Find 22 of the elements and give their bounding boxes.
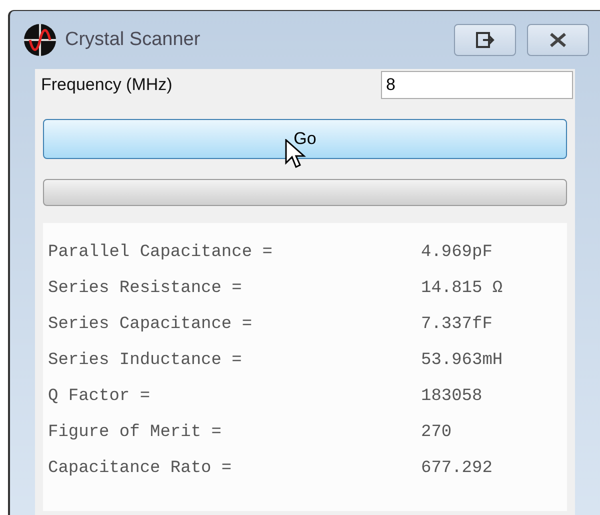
frequency-label: Frequency (MHz) bbox=[41, 74, 172, 96]
close-icon bbox=[548, 32, 568, 48]
restore-button[interactable] bbox=[454, 24, 516, 56]
result-label: Series Inductance = bbox=[48, 350, 243, 372]
window-title: Crystal Scanner bbox=[65, 28, 200, 52]
result-label: Parallel Capacitance = bbox=[48, 242, 274, 264]
close-button[interactable] bbox=[527, 24, 589, 56]
frequency-input[interactable]: 8 bbox=[381, 71, 573, 99]
go-button[interactable]: Go bbox=[43, 119, 567, 159]
result-label: Figure of Merit = bbox=[48, 422, 222, 444]
result-value: 270 bbox=[421, 422, 452, 444]
result-value: 7.337fF bbox=[421, 314, 492, 336]
result-label: Q Factor = bbox=[48, 386, 152, 408]
result-value: 14.815 Ω bbox=[421, 278, 503, 300]
result-label: Series Capacitance = bbox=[48, 314, 254, 336]
result-value: 53.963mH bbox=[421, 350, 503, 372]
result-label: Series Resistance = bbox=[48, 278, 243, 300]
result-value: 4.969pF bbox=[421, 242, 492, 264]
result-label: Capacitance Rato = bbox=[48, 458, 233, 480]
result-value: 677.292 bbox=[421, 458, 492, 480]
result-value: 183058 bbox=[421, 386, 482, 408]
sine-wave-logo-icon bbox=[23, 23, 57, 57]
